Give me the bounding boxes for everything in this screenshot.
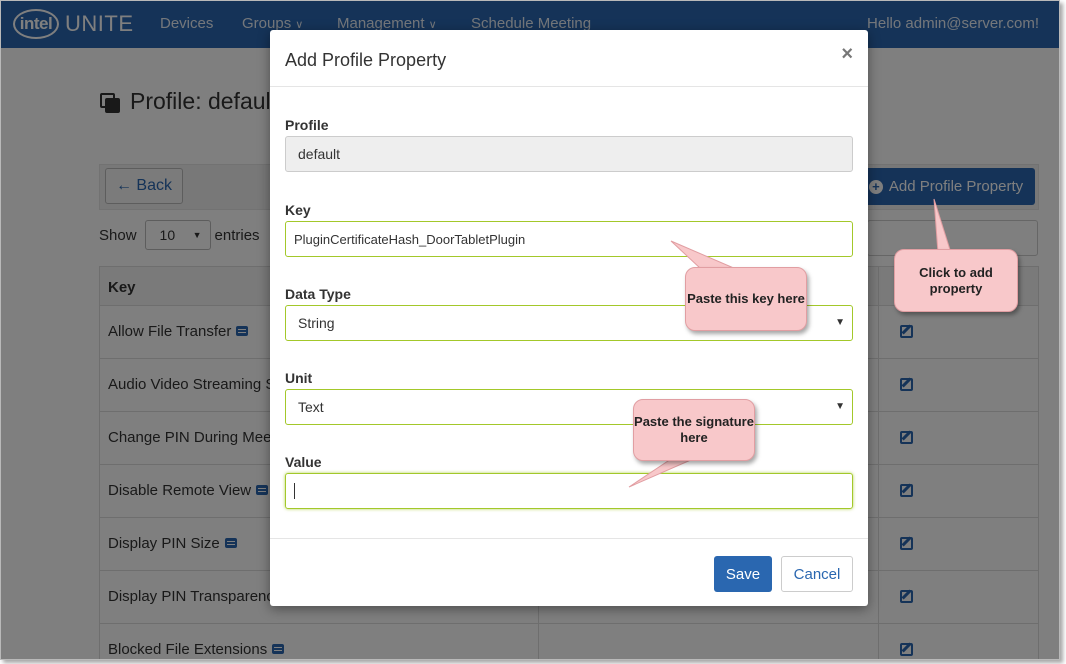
profile-value: default [298,146,341,162]
cancel-button[interactable]: Cancel [781,556,853,592]
close-icon[interactable]: × [841,43,853,66]
unit-label: Unit [285,370,313,386]
profile-label: Profile [285,117,329,133]
callout-paste-key: Paste this key here [685,267,807,331]
value-label: Value [285,454,322,470]
data-type-value: String [298,315,335,331]
data-type-label: Data Type [285,286,351,302]
key-label: Key [285,202,311,218]
callout-click-add: Click to add property [894,249,1018,312]
caret-down-icon: ▼ [835,401,845,412]
app-window: intel UNITE Devices Groups∨ Management∨ … [0,0,1060,660]
modal-header: Add Profile Property × [270,30,868,87]
unit-select[interactable]: Text ▼ [285,389,853,425]
key-input[interactable]: PluginCertificateHash_DoorTabletPlugin [285,221,853,257]
unit-value: Text [298,399,324,415]
save-button[interactable]: Save [714,556,772,592]
profile-field: default [285,136,853,172]
key-value: PluginCertificateHash_DoorTabletPlugin [294,231,526,247]
modal-title: Add Profile Property [285,50,447,70]
callout-paste-signature: Paste the signature here [633,399,755,461]
modal-footer: Save Cancel [270,538,868,606]
text-cursor [294,483,295,499]
value-input[interactable] [285,473,853,509]
caret-down-icon: ▼ [835,317,845,328]
